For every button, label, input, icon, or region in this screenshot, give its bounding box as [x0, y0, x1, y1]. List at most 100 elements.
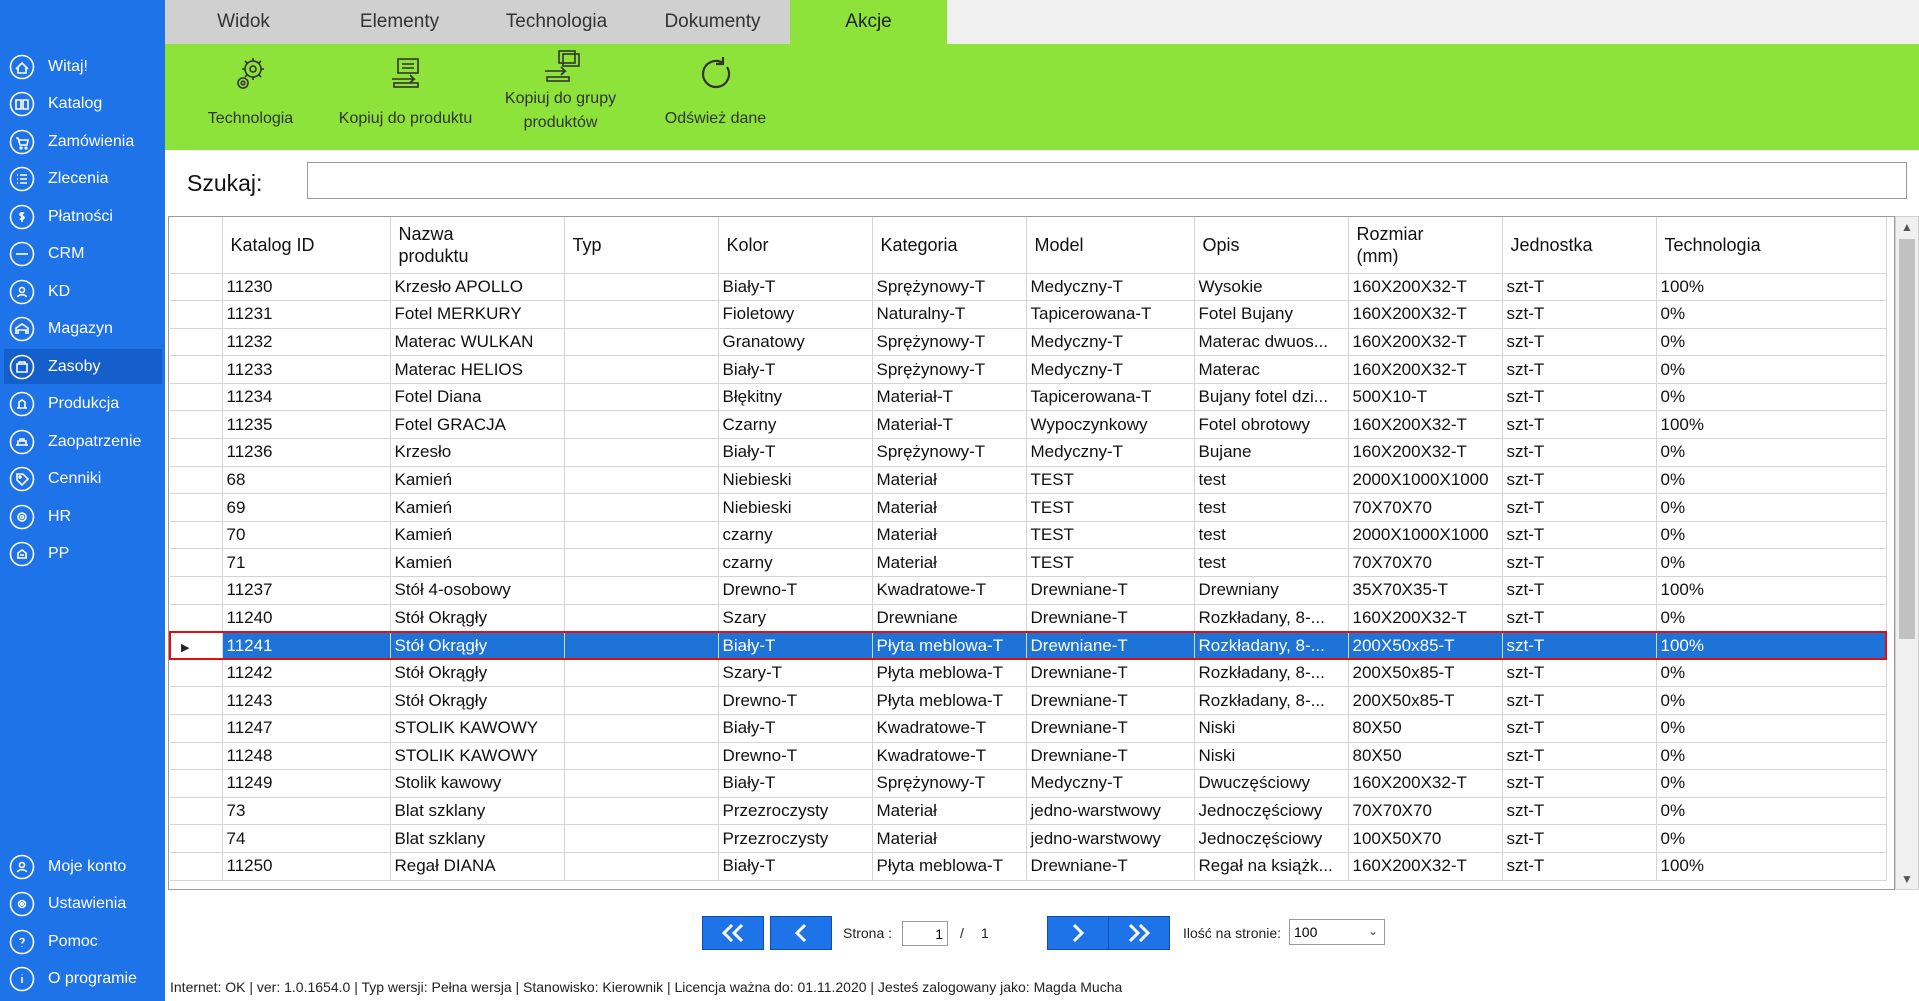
row-header-cell[interactable] [170, 466, 223, 495]
cell-nazwa[interactable]: Materac HELIOS [390, 355, 565, 384]
cell-rozmiar[interactable]: 70X70X70 [1348, 548, 1503, 578]
cell-typ[interactable] [564, 714, 719, 743]
cell-kolor[interactable]: Biały-T [718, 630, 873, 661]
cell-jednostka[interactable]: szt-T [1502, 576, 1657, 605]
cell-kolor[interactable]: Drewno-T [718, 742, 873, 771]
cell-katalog-id[interactable]: 11247 [222, 714, 391, 743]
cell-katalog-id[interactable]: 11242 [222, 659, 391, 688]
row-header-cell[interactable] [170, 714, 223, 743]
cell-kolor[interactable]: Biały-T [718, 769, 873, 798]
page-number-input[interactable] [902, 921, 948, 946]
tab-akcje[interactable]: Akcje [790, 0, 947, 44]
cell-nazwa[interactable]: Blat szklany [390, 797, 565, 826]
cell-kategoria[interactable]: Materiał-T [872, 383, 1027, 412]
cell-jednostka[interactable]: szt-T [1502, 410, 1657, 440]
row-header-cell[interactable] [170, 824, 223, 853]
table-row[interactable]: 11236 Krzesło Biały-T Sprężynowy-T Medyczny-… [170, 438, 1887, 467]
cell-model[interactable]: Medyczny-T [1026, 438, 1195, 467]
cell-jednostka[interactable]: szt-T [1502, 521, 1657, 550]
table-row[interactable]: 11231 Fotel MERKURY Fioletowy Naturalny-T Ta… [170, 300, 1887, 329]
scroll-up-icon[interactable]: ▲ [1896, 217, 1918, 237]
cell-rozmiar[interactable]: 160X200X32-T [1348, 328, 1503, 357]
cell-rozmiar[interactable]: 200X50x85-T [1348, 630, 1503, 661]
table-row[interactable]: 11233 Materac HELIOS Biały-T Sprężynowy-T Me… [170, 355, 1887, 384]
scroll-thumb[interactable] [1899, 239, 1915, 639]
cell-kategoria[interactable]: Materiał [872, 824, 1027, 853]
column-rozmiar[interactable]: Rozmiar (mm) [1348, 217, 1503, 274]
cell-typ[interactable] [564, 410, 719, 440]
cell-opis[interactable]: Niski [1194, 742, 1349, 771]
cell-typ[interactable] [564, 273, 719, 302]
cell-opis[interactable]: Rozkładany, 8-... [1194, 659, 1349, 688]
sidebar-item-witaj-[interactable]: Witaj! [4, 49, 162, 84]
next-page-button[interactable] [1047, 916, 1109, 950]
sidebar-item-katalog[interactable]: Katalog [4, 87, 162, 122]
row-header-cell[interactable] [170, 852, 223, 881]
tab-elementy[interactable]: Elementy [321, 0, 478, 44]
cell-kolor[interactable]: Błękitny [718, 383, 873, 412]
cell-opis[interactable]: Drewniany [1194, 576, 1349, 605]
row-header-cell[interactable]: ▶ [169, 630, 223, 661]
cell-kategoria[interactable]: Kwadratowe-T [872, 742, 1027, 771]
cell-jednostka[interactable]: szt-T [1502, 273, 1657, 302]
cell-kolor[interactable]: Przezroczysty [718, 797, 873, 826]
cell-technologia[interactable]: 0% [1656, 383, 1887, 412]
sidebar-item-magazyn[interactable]: Magazyn [4, 312, 162, 347]
cell-technologia[interactable]: 0% [1656, 438, 1887, 467]
row-header-cell[interactable] [170, 300, 223, 329]
cell-typ[interactable] [564, 548, 719, 578]
cell-kategoria[interactable]: Sprężynowy-T [872, 355, 1027, 384]
cell-model[interactable]: Drewniane-T [1026, 630, 1195, 661]
cell-jednostka[interactable]: szt-T [1502, 630, 1657, 661]
cell-kategoria[interactable]: Materiał [872, 493, 1027, 522]
cell-typ[interactable] [564, 797, 719, 826]
table-row[interactable]: 11250 Regał DIANA Biały-T Płyta meblowa-T Dr… [170, 852, 1887, 881]
kopiuj-do-produktu-button[interactable]: Kopiuj do produktu [328, 44, 483, 150]
cell-katalog-id[interactable]: 73 [222, 797, 391, 826]
cell-rozmiar[interactable]: 200X50x85-T [1348, 659, 1503, 688]
table-row[interactable]: 11249 Stolik kawowy Biały-T Sprężynowy-T Med… [170, 769, 1887, 798]
cell-nazwa[interactable]: Materac WULKAN [390, 328, 565, 357]
column-model[interactable]: Model [1026, 217, 1195, 274]
cell-rozmiar[interactable]: 100X50X70 [1348, 824, 1503, 853]
cell-katalog-id[interactable]: 69 [222, 493, 391, 522]
cell-katalog-id[interactable]: 11232 [222, 328, 391, 357]
cell-opis[interactable]: Bujane [1194, 438, 1349, 467]
cell-typ[interactable] [564, 824, 719, 853]
table-row[interactable]: 11234 Fotel Diana Błękitny Materiał-T Tapice… [170, 383, 1887, 412]
cell-model[interactable]: Tapicerowana-T [1026, 300, 1195, 329]
table-row[interactable]: 70 Kamień czarny Materiał TEST test 2000X1000X… [170, 521, 1887, 550]
cell-rozmiar[interactable]: 160X200X32-T [1348, 604, 1503, 633]
cell-typ[interactable] [564, 328, 719, 357]
cell-model[interactable]: Drewniane-T [1026, 686, 1195, 715]
cell-typ[interactable] [564, 742, 719, 771]
cell-technologia[interactable]: 0% [1656, 521, 1887, 550]
cell-nazwa[interactable]: Krzesło [390, 438, 565, 467]
cell-opis[interactable]: Wysokie [1194, 273, 1349, 302]
cell-kolor[interactable]: Biały-T [718, 355, 873, 384]
column-technologia[interactable]: Technologia [1656, 217, 1887, 274]
sidebar-item-zaopatrzenie[interactable]: Zaopatrzenie [4, 424, 162, 459]
cell-jednostka[interactable]: szt-T [1502, 797, 1657, 826]
cell-technologia[interactable]: 0% [1656, 548, 1887, 578]
cell-katalog-id[interactable]: 11240 [222, 604, 391, 633]
table-row[interactable]: 11237 Stół 4-osobowy Drewno-T Kwadratowe-T D… [170, 576, 1887, 605]
cell-kolor[interactable]: czarny [718, 521, 873, 550]
cell-katalog-id[interactable]: 11233 [222, 355, 391, 384]
cell-jednostka[interactable]: szt-T [1502, 852, 1657, 881]
cell-kolor[interactable]: Niebieski [718, 493, 873, 522]
cell-technologia[interactable]: 0% [1656, 797, 1887, 826]
cell-typ[interactable] [564, 604, 719, 633]
cell-rozmiar[interactable]: 160X200X32-T [1348, 769, 1503, 798]
cell-opis[interactable]: Jednoczęściowy [1194, 797, 1349, 826]
cell-jednostka[interactable]: szt-T [1502, 686, 1657, 715]
cell-katalog-id[interactable]: 71 [222, 548, 391, 578]
row-header-cell[interactable] [170, 769, 223, 798]
cell-technologia[interactable]: 100% [1656, 852, 1887, 881]
cell-nazwa[interactable]: STOLIK KAWOWY [390, 714, 565, 743]
cell-jednostka[interactable]: szt-T [1502, 383, 1657, 412]
cell-kolor[interactable]: Szary-T [718, 659, 873, 688]
cell-nazwa[interactable]: Krzesło APOLLO [390, 273, 565, 302]
cell-jednostka[interactable]: szt-T [1502, 714, 1657, 743]
cell-model[interactable]: TEST [1026, 493, 1195, 522]
